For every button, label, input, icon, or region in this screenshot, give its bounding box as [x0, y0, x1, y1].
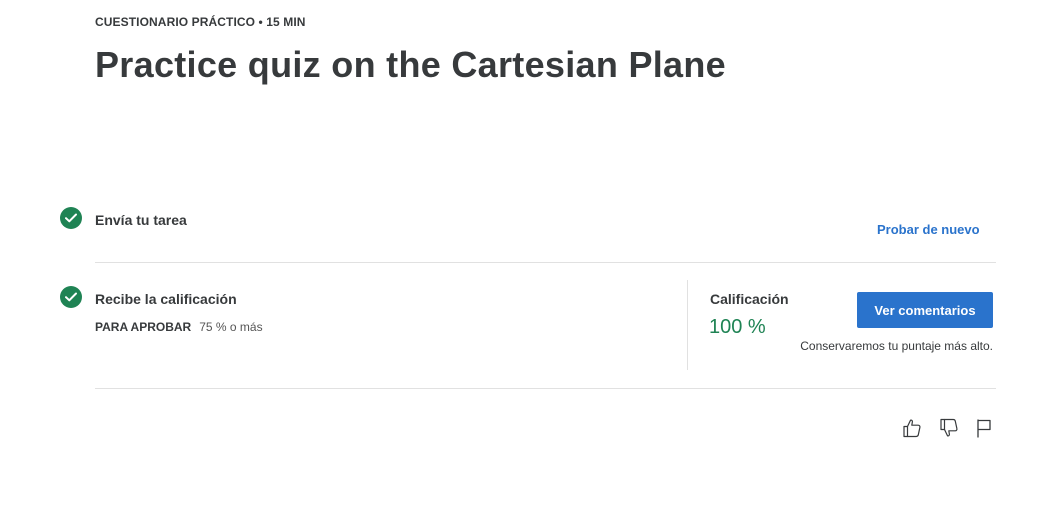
highest-score-note: Conservaremos tu puntaje más alto. [800, 339, 993, 353]
step-grade-label: Recibe la calificación [95, 291, 237, 307]
grade-value: 100 % [709, 316, 766, 338]
thumbs-up-icon[interactable] [900, 416, 924, 440]
page-title: Practice quiz on the Cartesian Plane [95, 44, 726, 85]
grade-label: Calificación [710, 291, 789, 307]
passing-value: 75 % o más [199, 320, 263, 334]
thumbs-down-icon[interactable] [937, 416, 961, 440]
step-submit-label: Envía tu tarea [95, 212, 187, 228]
vertical-divider [687, 280, 688, 370]
retry-button[interactable]: Probar de nuevo [877, 222, 980, 237]
divider [95, 262, 996, 263]
quiz-page: CUESTIONARIO PRÁCTICO • 15 MIN Practice … [0, 0, 1061, 531]
quiz-meta: CUESTIONARIO PRÁCTICO • 15 MIN [95, 15, 306, 29]
view-feedback-button[interactable]: Ver comentarios [857, 292, 993, 328]
check-circle-icon [60, 207, 82, 229]
passing-key: PARA APROBAR [95, 320, 192, 334]
divider [95, 388, 996, 389]
passing-requirement: PARA APROBAR 75 % o más [95, 320, 263, 334]
flag-icon[interactable] [972, 416, 996, 440]
check-circle-icon [60, 286, 82, 308]
